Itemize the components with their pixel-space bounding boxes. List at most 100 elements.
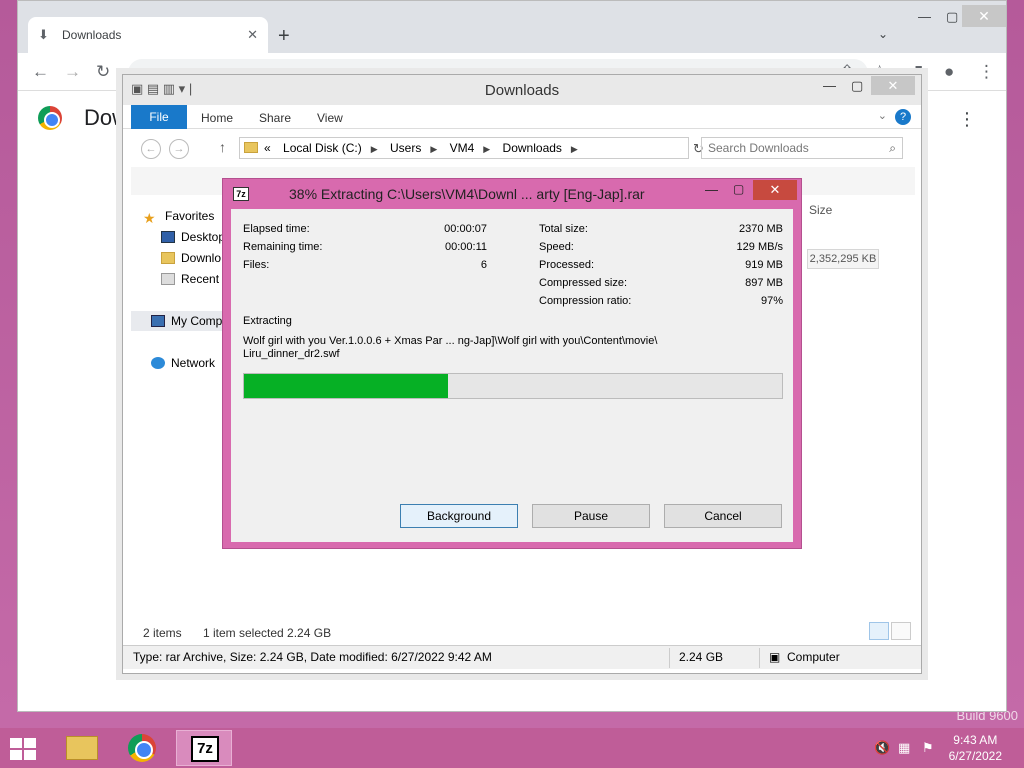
folder-icon <box>244 142 258 153</box>
sidebar-item-computer[interactable]: My Comp <box>151 314 222 328</box>
7zip-logo-icon: 7z <box>233 187 249 201</box>
sidebar-item-favorites[interactable]: ★ Favorites <box>143 209 214 226</box>
maximize-button[interactable]: ▢ <box>946 9 958 25</box>
sidebar-item-downloads[interactable]: Downlo <box>161 251 221 265</box>
7zip-icon: 7z <box>191 736 219 762</box>
elapsed-time-label: Elapsed time: <box>243 223 310 235</box>
processed-label: Processed: <box>539 259 595 271</box>
ribbon-tab-file[interactable]: File <box>131 105 187 129</box>
breadcrumb-downloads[interactable]: Downloads <box>503 141 562 155</box>
file-explorer-icon <box>66 736 98 760</box>
back-icon[interactable]: ← <box>32 62 49 82</box>
chevron-right-icon[interactable]: ▶ <box>430 144 437 154</box>
column-header-size[interactable]: Size <box>809 203 832 217</box>
volume-muted-icon[interactable]: 🔇 <box>874 740 890 756</box>
pause-button[interactable]: Pause <box>532 504 650 528</box>
up-level-icon[interactable]: ↑ <box>219 139 226 155</box>
help-icon[interactable]: ? <box>895 109 911 125</box>
sidebar-item-network[interactable]: Network <box>151 356 215 370</box>
speed-value: 129 MB/s <box>736 241 783 253</box>
taskbar-explorer-button[interactable] <box>54 730 110 766</box>
progress-bar-fill <box>244 374 449 398</box>
address-row: ← → ↑ « Local Disk (C:) ▶ Users ▶ VM4 ▶ Dow… <box>123 131 921 165</box>
explorer-address-bar[interactable]: « Local Disk (C:) ▶ Users ▶ VM4 ▶ Downloads… <box>239 137 689 159</box>
page-menu-icon[interactable]: ⋮ <box>958 109 976 130</box>
chevron-right-icon[interactable]: ▶ <box>371 144 378 154</box>
dialog-maximize-button[interactable]: ▢ <box>733 182 744 196</box>
files-value: 6 <box>480 259 487 271</box>
desktop-icon <box>161 231 175 243</box>
downloads-page-header: Dow <box>38 105 128 131</box>
download-icon: ⬇ <box>38 27 49 42</box>
background-button[interactable]: Background <box>400 504 518 528</box>
dialog-minimize-button[interactable]: — <box>705 182 718 197</box>
explorer-titlebar: ▣ ▤ ▥ ▾ | Downloads — ▢ ✕ <box>123 75 921 105</box>
divider <box>759 648 760 668</box>
reload-icon[interactable]: ↻ <box>96 62 110 82</box>
details-text: Type: rar Archive, Size: 2.24 GB, Date m… <box>133 650 492 664</box>
clock-time: 9:43 AM <box>953 733 998 747</box>
sidebar-label: Downlo <box>181 251 222 265</box>
chrome-tabstrip: ⬇ Downloads ✕ + ⌄ — ▢ ✕ <box>18 1 1006 53</box>
ribbon-expand-icon[interactable]: ⌄ <box>878 109 887 122</box>
ribbon-tab-share[interactable]: Share <box>259 111 291 125</box>
remaining-time-label: Remaining time: <box>243 241 323 253</box>
ribbon-tab-view[interactable]: View <box>317 111 343 125</box>
minimize-button[interactable]: — <box>918 9 931 24</box>
breadcrumb-local-disk[interactable]: Local Disk (C:) <box>283 141 362 155</box>
new-tab-button[interactable]: + <box>278 25 290 48</box>
menu-kebab-icon[interactable]: ⋮ <box>978 62 995 82</box>
details-bar: Type: rar Archive, Size: 2.24 GB, Date m… <box>123 645 921 669</box>
explorer-close-button[interactable]: ✕ <box>871 76 915 95</box>
compressed-size-value: 897 MB <box>745 277 783 289</box>
explorer-forward-icon[interactable]: → <box>169 139 189 159</box>
taskbar: 7z 🔇 ▦ ⚑ 9:43 AM 6/27/2022 <box>0 728 1024 768</box>
view-switcher <box>867 622 911 643</box>
sidebar-label: My Comp <box>171 314 223 328</box>
explorer-maximize-button[interactable]: ▢ <box>851 78 863 94</box>
extraction-dialog: 7z 38% Extracting C:\Users\VM4\Downl ...… <box>222 178 802 549</box>
taskbar-chrome-button[interactable] <box>114 730 170 766</box>
search-icon: ⌕ <box>889 141 896 155</box>
ribbon-tab-home[interactable]: Home <box>201 111 233 125</box>
network-status-icon[interactable]: ▦ <box>898 740 910 756</box>
taskbar-7zip-button[interactable]: 7z <box>176 730 232 766</box>
start-button[interactable] <box>10 738 36 760</box>
tab-title: Downloads <box>62 28 122 42</box>
sidebar-label: Desktop <box>181 230 226 244</box>
close-button[interactable]: ✕ <box>962 5 1006 27</box>
recent-places-icon <box>161 273 175 285</box>
breadcrumb-vm4[interactable]: VM4 <box>450 141 475 155</box>
system-clock[interactable]: 9:43 AM 6/27/2022 <box>949 732 1002 764</box>
network-icon <box>151 357 165 369</box>
chrome-tab-downloads[interactable]: ⬇ Downloads ✕ <box>28 17 268 53</box>
action-center-icon[interactable]: ⚑ <box>922 740 934 756</box>
explorer-back-icon[interactable]: ← <box>141 139 161 159</box>
sidebar-item-desktop[interactable]: Desktop <box>161 230 225 244</box>
folder-icon <box>161 252 175 264</box>
explorer-minimize-button[interactable]: — <box>823 78 836 93</box>
chevron-right-icon[interactable]: ▶ <box>483 144 490 154</box>
sidebar-item-recent[interactable]: Recent p <box>161 272 229 286</box>
forward-icon[interactable]: → <box>64 62 81 82</box>
current-file-line-1: Wolf girl with you Ver.1.0.0.6 + Xmas Pa… <box>243 335 658 347</box>
tab-close-icon[interactable]: ✕ <box>247 27 258 43</box>
explorer-search-input[interactable]: Search Downloads ⌕ <box>701 137 903 159</box>
explorer-title: Downloads <box>484 82 560 99</box>
star-icon: ★ <box>143 210 156 226</box>
total-size-value: 2370 MB <box>738 223 783 235</box>
details-view-icon[interactable] <box>869 622 889 640</box>
total-size-label: Total size: <box>539 223 588 235</box>
current-file-path: Wolf girl with you Ver.1.0.0.6 + Xmas Pa… <box>243 335 763 361</box>
large-icons-view-icon[interactable] <box>891 622 911 640</box>
chevron-right-icon[interactable]: ▶ <box>571 144 578 154</box>
compressed-size-label: Compressed size: <box>539 277 628 289</box>
profile-avatar-icon[interactable]: ● <box>944 62 954 82</box>
dialog-title: 38% Extracting C:\Users\VM4\Downl ... ar… <box>289 186 645 202</box>
dialog-close-button[interactable]: ✕ <box>753 180 797 200</box>
tab-search-chevron-icon[interactable]: ⌄ <box>878 27 888 41</box>
breadcrumb-users[interactable]: Users <box>390 141 421 155</box>
computer-icon: ▣ <box>769 650 781 664</box>
search-placeholder: Search Downloads <box>708 141 809 155</box>
cancel-button[interactable]: Cancel <box>664 504 782 528</box>
